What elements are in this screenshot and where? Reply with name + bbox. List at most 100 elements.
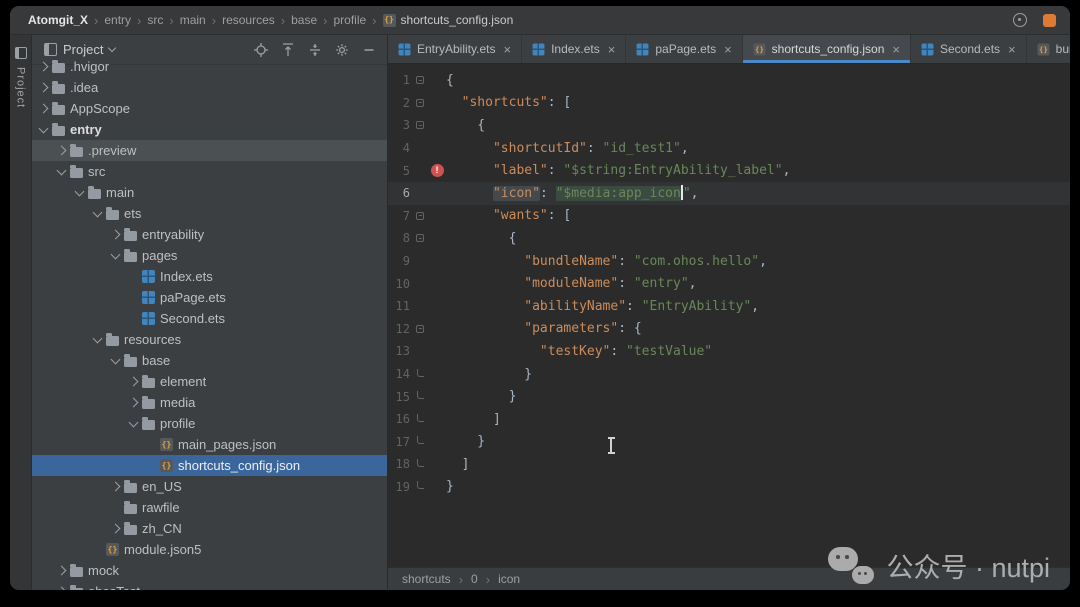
code-line[interactable]: 19} [388, 476, 1070, 499]
tree-item-second-ets[interactable]: Second.ets [32, 308, 387, 329]
tree-item-ets[interactable]: ets [32, 203, 387, 224]
tree-item-pages[interactable]: pages [32, 245, 387, 266]
line-number[interactable]: 1 [388, 73, 412, 87]
chevron-right-icon[interactable] [38, 103, 49, 114]
breadcrumb-item[interactable]: base [291, 13, 317, 27]
chevron-right-icon[interactable] [128, 397, 139, 408]
code-line[interactable]: 4 "shortcutId": "id_test1", [388, 137, 1070, 160]
chevron-right-icon[interactable] [38, 82, 49, 93]
fold-collapse-icon[interactable] [416, 234, 424, 243]
sync-icon[interactable] [1013, 13, 1027, 27]
editor-breadcrumb-item[interactable]: icon [498, 572, 520, 586]
chevron-right-icon[interactable] [56, 565, 67, 576]
tree-item-main-pages-json[interactable]: main_pages.json [32, 434, 387, 455]
tree-item-element[interactable]: element [32, 371, 387, 392]
tab-index-ets[interactable]: Index.ets × [522, 35, 627, 63]
tree-item-base[interactable]: base [32, 350, 387, 371]
notification-badge-icon[interactable] [1043, 13, 1056, 27]
chevron-down-icon[interactable] [38, 123, 49, 133]
tree-item-entryability[interactable]: entryability [32, 224, 387, 245]
chevron-down-icon[interactable] [110, 249, 121, 259]
line-number[interactable]: 2 [388, 96, 412, 110]
tree-item-media[interactable]: media [32, 392, 387, 413]
line-number[interactable]: 7 [388, 209, 412, 223]
code-line[interactable]: 16 ] [388, 408, 1070, 431]
fold-collapse-icon[interactable] [416, 121, 424, 130]
tree-item-resources[interactable]: resources [32, 329, 387, 350]
chevron-right-icon[interactable] [38, 61, 49, 72]
chevron-right-icon[interactable] [110, 481, 121, 492]
chevron-down-icon[interactable] [110, 354, 121, 364]
chevron-right-icon[interactable] [56, 586, 67, 590]
tree-item-rawfile[interactable]: rawfile [32, 497, 387, 518]
close-icon[interactable]: × [503, 43, 511, 56]
chevron-down-icon[interactable] [56, 165, 67, 175]
fold-collapse-icon[interactable] [416, 76, 424, 85]
tab-shortcuts-config-json[interactable]: shortcuts_config.json × [742, 35, 911, 63]
line-number[interactable]: 3 [388, 118, 412, 132]
tree-item-ohostest[interactable]: ohosTest [32, 581, 387, 590]
chevron-right-icon[interactable] [110, 523, 121, 534]
close-icon[interactable]: × [608, 43, 616, 56]
close-icon[interactable]: × [1008, 43, 1016, 56]
tree-item-mock[interactable]: mock [32, 560, 387, 581]
line-number[interactable]: 11 [388, 299, 412, 313]
tree-item-shortcuts-config-json[interactable]: shortcuts_config.json [32, 455, 387, 476]
line-number[interactable]: 15 [388, 390, 412, 404]
tree-item-idea[interactable]: .idea [32, 77, 387, 98]
line-number[interactable]: 12 [388, 322, 412, 336]
breadcrumb-file[interactable]: shortcuts_config.json [382, 13, 513, 27]
tree-item-hvigor[interactable]: .hvigor [32, 56, 387, 77]
tree-item-appscope[interactable]: AppScope [32, 98, 387, 119]
project-tool-window-icon[interactable] [14, 47, 27, 59]
tree-item-src[interactable]: src [32, 161, 387, 182]
close-icon[interactable]: × [724, 43, 732, 56]
code-line[interactable]: 8 { [388, 227, 1070, 250]
chevron-right-icon[interactable] [128, 376, 139, 387]
breadcrumb-item[interactable]: resources [222, 13, 275, 27]
code-line[interactable]: 12 "parameters": { [388, 318, 1070, 341]
code-line[interactable]: 5! "label": "$string:EntryAbility_label"… [388, 159, 1070, 182]
tree-item-index-ets[interactable]: Index.ets [32, 266, 387, 287]
line-number[interactable]: 8 [388, 231, 412, 245]
line-number[interactable]: 9 [388, 254, 412, 268]
tree-item-profile[interactable]: profile [32, 413, 387, 434]
code-line[interactable]: 15 } [388, 385, 1070, 408]
line-number[interactable]: 6 [388, 186, 412, 200]
code-editor[interactable]: 1{2 "shortcuts": [3 {4 "shortcutId": "id… [388, 64, 1070, 567]
code-line[interactable]: 1{ [388, 69, 1070, 92]
line-number[interactable]: 5 [388, 164, 412, 178]
project-stripe-label[interactable]: Project [15, 67, 27, 108]
line-number[interactable]: 16 [388, 412, 412, 426]
code-line[interactable]: 14 } [388, 363, 1070, 386]
chevron-down-icon[interactable] [128, 417, 139, 427]
project-view-title[interactable]: Project [63, 42, 103, 57]
tree-item-en-us[interactable]: en_US [32, 476, 387, 497]
breadcrumb-item[interactable]: src [147, 13, 163, 27]
code-line[interactable]: 7 "wants": [ [388, 205, 1070, 228]
editor-breadcrumb-item[interactable]: 0 [471, 572, 478, 586]
line-number[interactable]: 10 [388, 277, 412, 291]
tree-item-papage-ets[interactable]: paPage.ets [32, 287, 387, 308]
chevron-down-icon[interactable] [92, 333, 103, 343]
breadcrumb-item[interactable]: entry [104, 13, 131, 27]
code-line[interactable]: 18 ] [388, 453, 1070, 476]
tab-entryability-ets[interactable]: EntryAbility.ets × [388, 35, 523, 63]
tree-item-preview[interactable]: .preview [32, 140, 387, 161]
tab-second-ets[interactable]: Second.ets × [911, 35, 1027, 63]
tree-item-module-json5[interactable]: module.json5 [32, 539, 387, 560]
code-line[interactable]: 9 "bundleName": "com.ohos.hello", [388, 250, 1070, 273]
chevron-right-icon[interactable] [110, 229, 121, 240]
tree-item-zh-cn[interactable]: zh_CN [32, 518, 387, 539]
tab-build[interactable]: build- [1027, 35, 1070, 63]
code-line[interactable]: 3 { [388, 114, 1070, 137]
fold-collapse-icon[interactable] [416, 324, 424, 333]
line-number[interactable]: 4 [388, 141, 412, 155]
code-line[interactable]: 6 "icon": "$media:app_icon ", [388, 181, 1070, 205]
breadcrumb-item[interactable]: main [180, 13, 206, 27]
line-number[interactable]: 18 [388, 457, 412, 471]
code-line[interactable]: 13 "testKey": "testValue" [388, 340, 1070, 363]
fold-collapse-icon[interactable] [416, 211, 424, 220]
line-number[interactable]: 14 [388, 367, 412, 381]
breadcrumb-item[interactable]: Atomgit_X [28, 13, 88, 27]
